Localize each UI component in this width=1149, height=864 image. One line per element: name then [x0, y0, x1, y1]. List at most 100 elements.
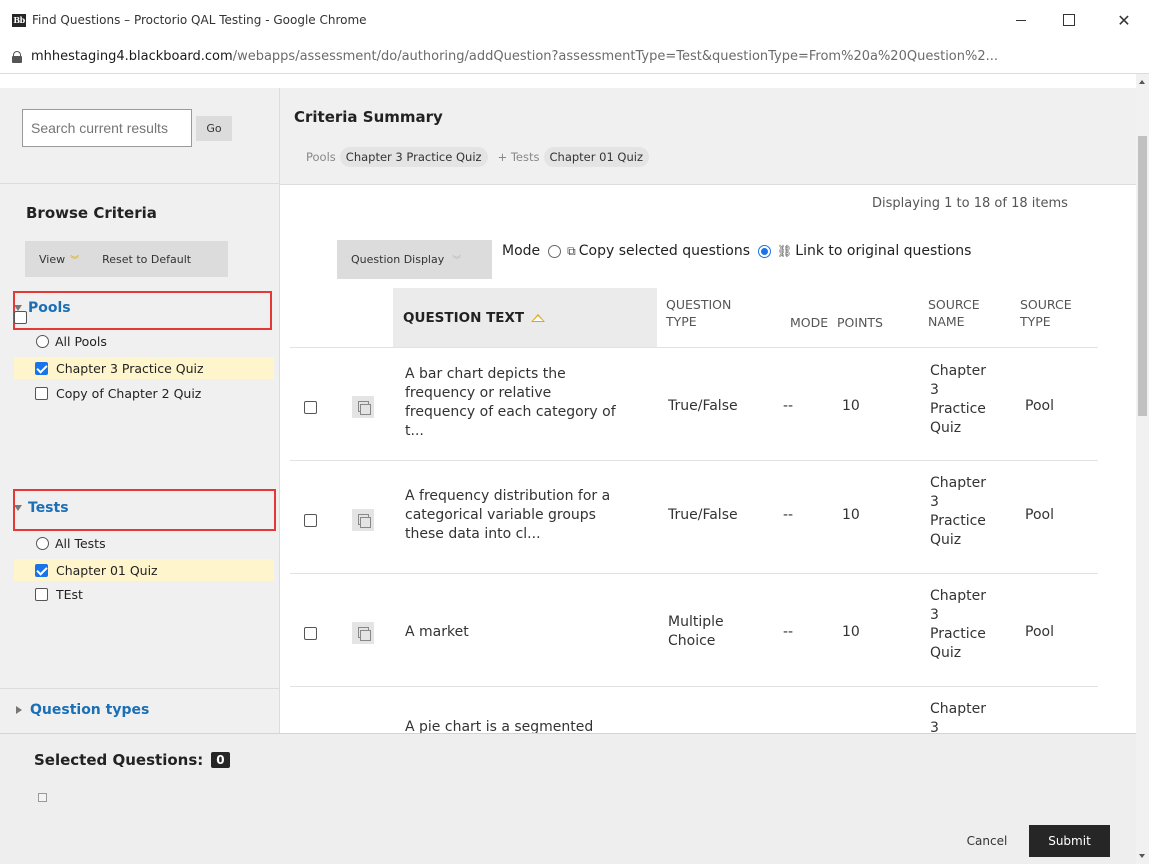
text-line: Choice [668, 633, 716, 649]
link-icon: ⛓ [777, 244, 793, 258]
pool-item-chapter-3[interactable]: Chapter 3 Practice Quiz [14, 357, 274, 379]
criteria-summary-line: Pools Chapter 3 Practice Quiz + Tests Ch… [306, 147, 649, 167]
mode-copy-label[interactable]: Copy selected questions [579, 243, 750, 259]
all-tests-option[interactable]: All Tests [14, 532, 274, 554]
table-row: A bar chart depicts the frequency or rel… [290, 347, 1098, 460]
source-type-cell: Pool [1025, 624, 1054, 640]
header-line: TYPE [666, 313, 697, 329]
column-header-points[interactable]: POINTS [837, 315, 883, 332]
reset-to-default-button[interactable]: Reset to Default [102, 253, 191, 266]
test-item-test[interactable]: TEst [14, 583, 274, 605]
text-line: Practice [930, 513, 986, 529]
question-text-header-label: QUESTION TEXT [403, 310, 525, 326]
text-line: Chapter [930, 588, 986, 604]
source-name-cell: Chapter 3 Practice Quiz [930, 474, 986, 550]
pools-heading: Pools [28, 300, 71, 316]
mode-cell: -- [783, 624, 794, 640]
points-cell: 10 [842, 507, 860, 523]
mode-selector: Mode ⧉ Copy selected questions ⛓ Link to… [502, 243, 971, 259]
column-header-mode[interactable]: MODE [790, 315, 828, 332]
text-line: Chapter [930, 475, 986, 491]
source-name-cell: Chapter 3 Practice Quiz [930, 362, 986, 438]
column-header-question-type[interactable]: QUESTION TYPE [666, 297, 731, 331]
text-line: categorical variable groups [405, 507, 596, 523]
criteria-tests-label: + Tests [497, 150, 540, 164]
criteria-summary-panel [280, 88, 1136, 184]
mode-copy-radio[interactable] [548, 244, 562, 258]
lock-icon [12, 50, 22, 63]
tests-toggle[interactable]: Tests [14, 500, 69, 516]
selected-count-badge: 0 [211, 752, 230, 768]
column-header-source-type[interactable]: SOURCE TYPE [1020, 297, 1072, 331]
mode-link-label[interactable]: Link to original questions [795, 243, 971, 259]
column-header-question-text[interactable]: QUESTION TEXT [393, 288, 657, 348]
text-line: A bar chart depicts the [405, 366, 566, 382]
selected-checkbox-icon[interactable] [38, 793, 47, 802]
maximize-icon[interactable] [1046, 0, 1092, 40]
header-line: NAME [928, 313, 965, 329]
minimize-icon[interactable] [998, 0, 1044, 40]
column-header-source-name[interactable]: SOURCE NAME [928, 297, 980, 331]
cancel-button[interactable]: Cancel [950, 825, 1024, 857]
browse-criteria-title: Browse Criteria [26, 204, 157, 222]
header-line: TYPE [1020, 313, 1051, 329]
caret-right-icon [16, 706, 22, 714]
header-line: SOURCE [928, 297, 980, 312]
window-title: Find Questions – Proctorio QAL Testing -… [32, 13, 367, 27]
sort-ascending-icon [531, 314, 546, 322]
question-types-toggle[interactable]: Question types [14, 702, 149, 718]
text-line: A market [405, 624, 469, 640]
radio-icon [36, 536, 49, 550]
text-line: Practice [930, 401, 986, 417]
search-area: Go [0, 88, 279, 184]
source-type-cell: Pool [1025, 507, 1054, 523]
search-input[interactable] [22, 109, 192, 147]
displaying-count: Displaying 1 to 18 of 18 items [872, 196, 1068, 211]
criteria-test-pill: Chapter 01 Quiz [543, 147, 649, 167]
text-line: frequency of each category of [405, 404, 616, 420]
text-line: Quiz [930, 645, 962, 661]
checkbox-checked-icon [35, 563, 48, 577]
submit-button[interactable]: Submit [1029, 825, 1110, 857]
tests-heading: Tests [28, 500, 69, 516]
go-button[interactable]: Go [196, 116, 232, 141]
page-scrollbar[interactable] [1136, 74, 1149, 864]
question-types-heading: Question types [30, 702, 150, 718]
text-line: these data into cl... [405, 526, 541, 542]
table-row: A market Multiple Choice -- 10 Chapter 3… [290, 573, 1098, 686]
row-checkbox[interactable] [304, 514, 317, 527]
text-line: 3 [930, 382, 939, 398]
preview-icon[interactable] [352, 396, 374, 418]
view-button[interactable]: View ︾ [39, 253, 79, 266]
pool-item-copy-chapter-2[interactable]: Copy of Chapter 2 Quiz [14, 382, 274, 404]
text-line: Chapter [930, 363, 986, 379]
question-display-button[interactable]: Question Display ︾ [337, 240, 492, 279]
scroll-down-icon[interactable] [1139, 854, 1145, 858]
pool-item-label: Chapter 3 Practice Quiz [56, 360, 204, 376]
criteria-pool-pill: Chapter 3 Practice Quiz [339, 147, 488, 167]
criteria-pools-label: Pools [306, 150, 336, 164]
question-text-cell[interactable]: A frequency distribution for a categoric… [405, 487, 655, 544]
criteria-summary-title: Criteria Summary [294, 108, 443, 126]
question-text-cell[interactable]: A market [405, 623, 655, 642]
preview-icon[interactable] [352, 622, 374, 644]
scroll-thumb[interactable] [1138, 136, 1147, 416]
points-cell: 10 [842, 398, 860, 414]
preview-icon[interactable] [352, 509, 374, 531]
address-bar[interactable]: mhhestaging4.blackboard.com/webapps/asse… [0, 40, 1149, 74]
window-titlebar: Bb Find Questions – Proctorio QAL Testin… [0, 0, 1149, 40]
select-all-checkbox[interactable] [14, 311, 27, 324]
mode-link-radio[interactable] [758, 244, 772, 258]
test-item-chapter-01[interactable]: Chapter 01 Quiz [14, 559, 274, 581]
question-text-cell[interactable]: A bar chart depicts the frequency or rel… [405, 365, 655, 441]
row-checkbox[interactable] [304, 627, 317, 640]
all-tests-label: All Tests [55, 535, 106, 551]
mode-cell: -- [783, 398, 794, 414]
close-icon[interactable]: ✕ [1101, 0, 1147, 40]
all-pools-option[interactable]: All Pools [14, 330, 274, 352]
view-toolbar: View ︾ Reset to Default [25, 241, 228, 277]
url-host: mhhestaging4.blackboard.com [31, 49, 233, 64]
scroll-up-icon[interactable] [1139, 80, 1145, 84]
row-checkbox[interactable] [304, 401, 317, 414]
radio-icon [36, 334, 49, 348]
